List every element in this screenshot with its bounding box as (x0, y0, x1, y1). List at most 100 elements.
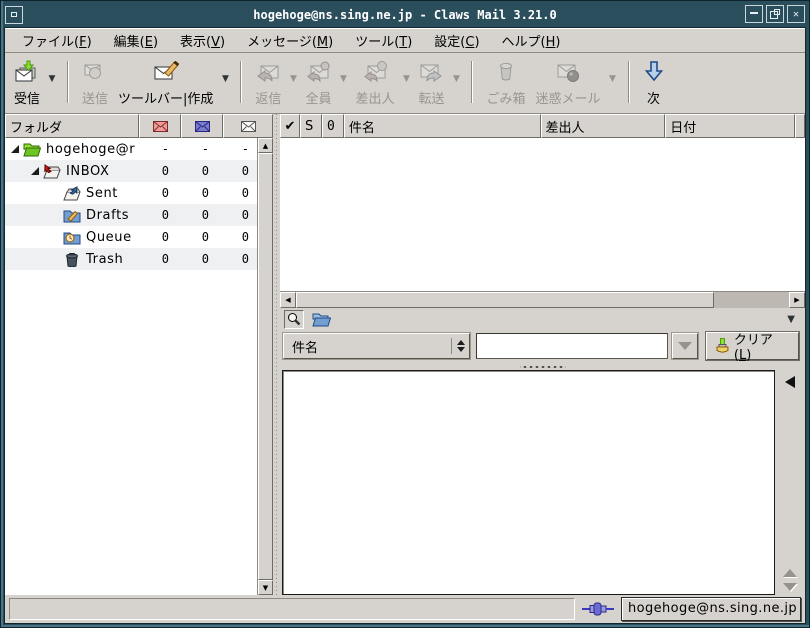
pane-splitter[interactable] (273, 114, 280, 595)
toolbar-separator (628, 61, 630, 103)
total-count: 0 (217, 252, 257, 266)
folder-row-trash[interactable]: Trash 0 0 0 (5, 248, 257, 270)
magnifier-icon (287, 312, 301, 326)
message-pane: ✔ S 0 件名 差出人 日付 ◀ ▶ (280, 114, 805, 595)
search-criteria-combo[interactable]: 件名 (283, 333, 470, 359)
spinner-arrows-icon (451, 338, 465, 354)
open-folder-button[interactable] (312, 312, 331, 327)
unread-mail-icon (195, 121, 210, 132)
maximize-button[interactable] (766, 5, 784, 23)
date-column-header[interactable]: 日付 (665, 114, 795, 138)
subject-column-header[interactable]: 件名 (344, 114, 541, 138)
toolbar-label: 迷惑メール (536, 88, 601, 107)
folder-row-account[interactable]: hogehoge@r - - - (5, 138, 257, 160)
sent-folder-icon (63, 186, 81, 201)
toolbar-button-spam: 迷惑メール (531, 57, 606, 108)
new-mail-column-header[interactable] (139, 114, 181, 138)
menu-help[interactable]: ヘルプ(H) (491, 28, 572, 53)
collapse-left-icon[interactable] (785, 376, 795, 388)
total-count: 0 (217, 230, 257, 244)
folder-column-headers: フォルダ (5, 114, 273, 138)
app-surface: ファイル(F) 編集(E) 表示(V) メッセージ(M) ツール(T) 設定(C… (4, 27, 806, 624)
mime-prev-icon[interactable] (783, 569, 797, 577)
total-count: - (217, 142, 257, 156)
folder-tree: hogehoge@r - - - (5, 138, 257, 595)
status-message-area (9, 598, 575, 620)
receive-mail-icon (14, 58, 40, 86)
status-column-header[interactable]: S (300, 114, 322, 138)
toolbar-button-reply: 返信 (250, 57, 286, 108)
new-count: - (137, 142, 177, 156)
total-mail-column-header[interactable] (223, 114, 273, 138)
search-criteria-value: 件名 (292, 337, 447, 356)
message-view[interactable] (282, 370, 775, 595)
scroll-right-icon[interactable]: ▶ (789, 292, 805, 308)
menu-file[interactable]: ファイル(F) (11, 28, 103, 53)
menu-tools[interactable]: ツール(T) (344, 28, 423, 53)
attachment-column-header[interactable]: 0 (322, 114, 344, 138)
expander-icon[interactable] (11, 145, 19, 153)
toolbar-label: 全員 (305, 88, 331, 107)
minimize-button[interactable] (745, 5, 763, 23)
pane-options-arrow[interactable]: ▼ (787, 314, 795, 325)
unread-count: 0 (177, 208, 217, 222)
scroll-down-icon[interactable]: ▼ (258, 580, 273, 595)
spam-dropdown-arrow: ▼ (606, 65, 620, 93)
receive-dropdown-arrow[interactable]: ▼ (45, 65, 59, 93)
toolbar-button-forward: 転送 (413, 57, 449, 108)
current-account-label: hogehoge@ns.sing.ne.jp (628, 601, 797, 616)
toolbar-button-reply-sender: 差出人 (350, 57, 399, 108)
statusbar: hogehoge@ns.sing.ne.jp (5, 595, 805, 623)
new-count: 0 (137, 208, 177, 222)
folder-column-header[interactable]: フォルダ (5, 114, 139, 138)
message-column-headers: ✔ S 0 件名 差出人 日付 (280, 114, 805, 138)
online-toggle[interactable] (581, 601, 615, 617)
menu-view[interactable]: 表示(V) (169, 28, 236, 53)
total-count: 0 (217, 208, 257, 222)
toolbar-button-next[interactable]: 次 (638, 57, 670, 108)
toolbar-label: 転送 (418, 88, 444, 107)
toolbar-button-receive[interactable]: 受信 (9, 57, 45, 108)
from-column-header[interactable]: 差出人 (541, 114, 666, 138)
spam-icon (555, 58, 581, 86)
toolbar-button-compose[interactable]: ツールバー|作成 (113, 57, 218, 108)
menu-edit[interactable]: 編集(E) (103, 28, 169, 53)
folder-row-inbox[interactable]: INBOX 0 0 0 (5, 160, 257, 182)
titlebar[interactable]: hogehoge@ns.sing.ne.jp - Claws Mail 3.21… (3, 3, 807, 26)
drafts-folder-icon (63, 208, 81, 223)
compose-dropdown-arrow[interactable]: ▼ (218, 65, 232, 93)
toolbar-label: 返信 (255, 88, 281, 107)
unread-count: 0 (177, 164, 217, 178)
folder-row-sent[interactable]: Sent 0 0 0 (5, 182, 257, 204)
menu-configuration[interactable]: 設定(C) (423, 28, 490, 53)
account-selector-button[interactable]: hogehoge@ns.sing.ne.jp (621, 597, 801, 621)
trash-icon (495, 58, 517, 86)
mime-next-icon[interactable] (783, 583, 797, 591)
folder-row-queue[interactable]: Queue 0 0 0 (5, 226, 257, 248)
total-count: 0 (217, 186, 257, 200)
total-count: 0 (217, 164, 257, 178)
unread-mail-column-header[interactable] (181, 114, 223, 138)
clear-button[interactable]: クリア(L) (706, 332, 799, 360)
folder-row-drafts[interactable]: Drafts 0 0 0 (5, 204, 257, 226)
toolbar: 受信 ▼ 送信 (5, 53, 805, 114)
scrollbar-thumb[interactable] (296, 292, 714, 308)
search-input[interactable] (476, 333, 668, 359)
folder-scrollbar[interactable]: ▲ ▼ (257, 138, 273, 595)
clear-button-label: クリア(L) (734, 329, 790, 363)
mark-column-header[interactable]: ✔ (280, 114, 300, 138)
unread-count: - (177, 142, 217, 156)
folder-pane: フォルダ (5, 114, 273, 595)
scroll-up-icon[interactable]: ▲ (258, 138, 273, 153)
quicksearch-toggle-button[interactable] (284, 310, 304, 329)
message-list-body[interactable] (280, 138, 805, 291)
close-button[interactable]: ✕ (787, 5, 805, 23)
message-list-hscrollbar[interactable]: ◀ ▶ (280, 291, 805, 308)
new-count: 0 (137, 164, 177, 178)
quicksearch-bar: 件名 クリア(L (280, 330, 805, 364)
menu-message[interactable]: メッセージ(M) (236, 28, 344, 53)
scroll-left-icon[interactable]: ◀ (280, 292, 296, 308)
account-folder-icon (23, 142, 41, 157)
scrollbar-thumb[interactable] (258, 153, 273, 580)
expander-icon[interactable] (31, 167, 39, 175)
